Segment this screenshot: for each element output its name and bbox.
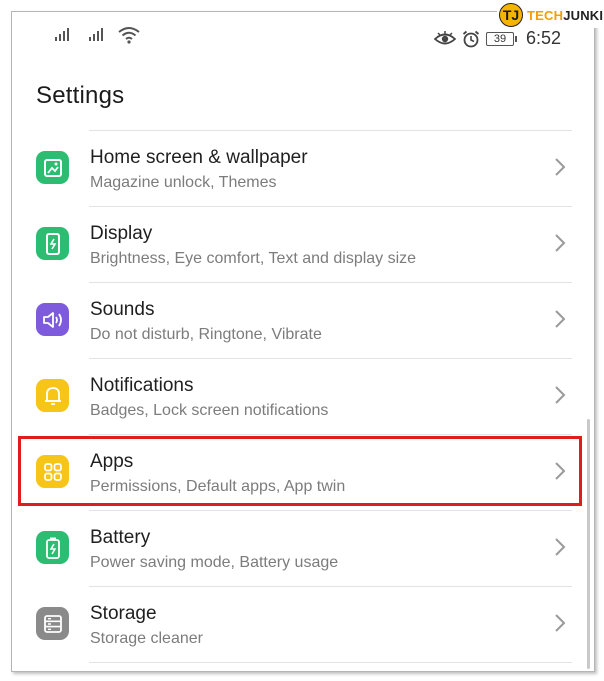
item-subtitle: Do not disturb, Ringtone, Vibrate [90,326,322,343]
apps-grid-icon [36,455,69,488]
chevron-right-icon [555,310,566,328]
techjunkie-logo-icon: TJ [499,3,523,27]
item-subtitle: Permissions, Default apps, App twin [90,478,346,495]
item-title: Battery [90,527,151,548]
settings-item-battery[interactable]: Battery Power saving mode, Battery usage [12,510,594,586]
item-title: Storage [90,603,157,624]
settings-item-notifications[interactable]: Notifications Badges, Lock screen notifi… [12,358,594,434]
chevron-right-icon [555,158,566,176]
settings-item-display[interactable]: Display Brightness, Eye comfort, Text an… [12,206,594,282]
item-title: Notifications [90,375,194,396]
wifi-icon [118,27,140,44]
clock: 6:52 [525,28,561,48]
item-subtitle: Brightness, Eye comfort, Text and displa… [90,250,417,267]
signal-icon [55,28,69,41]
phone-screen: 39 6:52 Settings Home screen & wallpaper… [11,11,595,672]
chevron-right-icon [555,462,566,480]
item-subtitle: Storage cleaner [90,630,203,647]
settings-item-apps[interactable]: Apps Permissions, Default apps, App twin [12,434,594,510]
home-screen-icon [36,151,69,184]
chevron-right-icon [555,538,566,556]
battery-level: 39 [485,31,517,46]
watermark-text: TECHJUNKIE [527,8,604,23]
divider [89,662,572,663]
settings-item-sounds[interactable]: Sounds Do not disturb, Ringtone, Vibrate [12,282,594,358]
eye-comfort-icon [433,30,456,44]
item-subtitle: Magazine unlock, Themes [90,174,277,191]
scrollbar[interactable] [587,419,590,669]
item-title: Apps [90,451,134,472]
techjunkie-watermark: TJ TECHJUNKIE [497,2,604,28]
signal-icon [89,28,103,41]
item-title: Display [90,223,153,244]
alarm-icon [462,30,480,47]
display-icon [36,227,69,260]
item-title: Home screen & wallpaper [90,147,308,168]
item-title: Sounds [90,299,155,320]
watermark-text-part1: TECH [527,7,564,23]
item-subtitle: Badges, Lock screen notifications [90,402,329,419]
storage-icon [36,607,69,640]
sound-icon [36,303,69,336]
status-right: 39 6:52 [433,28,561,49]
battery-icon [36,531,69,564]
settings-item-storage[interactable]: Storage Storage cleaner [12,586,594,662]
page-title: Settings [36,82,125,109]
chevron-right-icon [555,234,566,252]
item-subtitle: Power saving mode, Battery usage [90,554,339,571]
chevron-right-icon [555,386,566,404]
watermark-text-part2: JUNKIE [563,7,604,23]
bell-icon [36,379,69,412]
settings-item-home-screen[interactable]: Home screen & wallpaper Magazine unlock,… [12,130,594,206]
chevron-right-icon [555,614,566,632]
